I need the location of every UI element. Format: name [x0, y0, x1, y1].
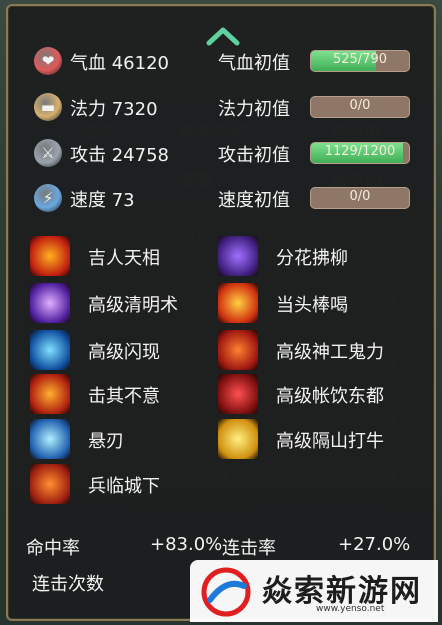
stat-value-label: 攻击 24758	[70, 145, 169, 166]
stat-initial-label: 攻击初值	[218, 145, 290, 166]
skill-item[interactable]: 当头棒喝	[218, 283, 418, 323]
skill-item[interactable]: 高级清明术	[30, 283, 230, 323]
hit-rate-row: 命中率 +83.0% 连击率 +27.0%	[26, 534, 410, 559]
stat-initial-bar: 0/0	[310, 187, 410, 209]
collapse-arrow-icon[interactable]	[206, 26, 240, 46]
fire-bird-icon[interactable]	[30, 236, 70, 276]
purple-flower-icon[interactable]	[218, 236, 258, 276]
site-watermark: 焱索新游网 www.yenso.net	[190, 560, 438, 622]
scroll-icon: ▬	[34, 93, 62, 121]
stat-value-label: 法力 7320	[70, 99, 158, 120]
watermark-logo-icon	[201, 567, 251, 617]
skill-item[interactable]: 高级隔山打牛	[218, 419, 418, 459]
skill-name: 吉人天相	[88, 248, 160, 269]
combo-count-label: 连击次数	[32, 574, 104, 595]
skill-item[interactable]: 高级帐饮东都	[218, 374, 418, 414]
skill-item[interactable]: 兵临城下	[30, 464, 230, 504]
stat-value-label: 气血 46120	[70, 53, 169, 74]
combo-rate-label: 连击率	[222, 538, 276, 559]
skill-name: 高级清明术	[88, 295, 178, 316]
skill-name: 高级帐饮东都	[276, 386, 384, 407]
stat-row: ▬ 法力 7320 法力初值 0/0	[30, 90, 420, 124]
combo-rate-value: +27.0%	[338, 534, 411, 555]
combo-count-row: 连击次数	[26, 570, 186, 595]
ice-blades-icon[interactable]	[30, 419, 70, 459]
skill-name: 高级神工鬼力	[276, 342, 384, 363]
stat-initial-bar-text: 1129/1200	[324, 144, 396, 159]
red-dragon-icon[interactable]	[218, 374, 258, 414]
explosion-icon[interactable]	[218, 283, 258, 323]
skill-item[interactable]: 悬刃	[30, 419, 230, 459]
skill-name: 分花拂柳	[276, 248, 348, 269]
skill-name: 兵临城下	[88, 476, 160, 497]
stat-initial-bar-text: 525/790	[332, 52, 387, 67]
fire-slash-icon[interactable]	[30, 374, 70, 414]
skill-item[interactable]: 吉人天相	[30, 236, 230, 276]
heart-icon: ❤	[34, 47, 62, 75]
stat-initial-bar: 1129/1200	[310, 142, 410, 164]
blue-burst-icon[interactable]	[30, 330, 70, 370]
purple-orb-icon[interactable]	[30, 283, 70, 323]
hit-rate-value: +83.0%	[150, 534, 223, 555]
stat-initial-bar-text: 0/0	[349, 98, 371, 113]
lightning-icon: ⚡	[34, 184, 62, 212]
skill-item[interactable]: 高级闪现	[30, 330, 230, 370]
stat-initial-bar-text: 0/0	[349, 189, 371, 204]
skill-name: 当头棒喝	[276, 295, 348, 316]
skill-name: 高级闪现	[88, 342, 160, 363]
stat-row: ❤ 气血 46120 气血初值 525/790	[30, 44, 420, 78]
skill-name: 击其不意	[88, 386, 160, 407]
skill-item[interactable]: 分花拂柳	[218, 236, 418, 276]
skill-name: 悬刃	[88, 431, 124, 452]
stat-value-label: 速度 73	[70, 190, 135, 211]
flame-fist-icon[interactable]	[218, 330, 258, 370]
skill-name: 高级隔山打牛	[276, 431, 384, 452]
sword-icon: ⚔	[34, 139, 62, 167]
stat-row: ⚔ 攻击 24758 攻击初值 1129/1200	[30, 136, 420, 170]
golden-blast-icon[interactable]	[218, 419, 258, 459]
stat-row: ⚡ 速度 73 速度初值 0/0	[30, 181, 420, 215]
stat-initial-bar: 525/790	[310, 50, 410, 72]
watermark-url: www.yenso.net	[316, 604, 385, 614]
skill-item[interactable]: 高级神工鬼力	[218, 330, 418, 370]
hit-rate-label: 命中率	[26, 538, 80, 559]
stat-initial-bar: 0/0	[310, 96, 410, 118]
stat-initial-label: 气血初值	[218, 53, 290, 74]
skill-item[interactable]: 击其不意	[30, 374, 230, 414]
fire-tower-icon[interactable]	[30, 464, 70, 504]
stat-initial-label: 法力初值	[218, 99, 290, 120]
stat-initial-label: 速度初值	[218, 190, 290, 211]
